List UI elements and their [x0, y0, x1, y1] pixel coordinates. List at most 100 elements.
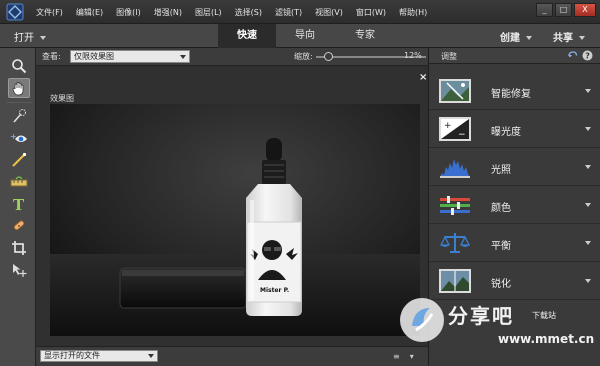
adjust-color[interactable]: 颜色 — [429, 186, 600, 224]
share-button[interactable]: 共享 — [553, 29, 585, 44]
toolbox-divider — [6, 102, 32, 103]
chevron-down-icon — [585, 203, 591, 207]
menu-bar: 文件(F) 编辑(E) 图像(I) 增强(N) 图层(L) 选择(S) 滤镜(T… — [0, 0, 600, 24]
canvas-area: × 效果图 Mister P. — [36, 66, 428, 346]
tab-expert[interactable]: 专家 — [334, 24, 396, 48]
adjust-label: 平衡 — [491, 241, 511, 252]
zoom-icon — [12, 59, 27, 74]
menu-filter[interactable]: 滤镜(T) — [275, 7, 302, 18]
menu-select[interactable]: 选择(S) — [235, 7, 262, 18]
document-title: 效果图 — [50, 94, 74, 103]
adjust-balance[interactable]: 平衡 — [429, 224, 600, 262]
create-button[interactable]: 创建 — [500, 29, 532, 44]
watermark-subtitle: 下载站 — [532, 311, 556, 320]
quick-selection-icon — [13, 109, 26, 123]
photo-bin-controls: ≡ ▾ — [393, 352, 414, 361]
photo-bin-bar: 显示打开的文件 ≡ ▾ — [36, 346, 428, 366]
open-button[interactable]: 打开 — [14, 29, 46, 44]
reset-icon[interactable] — [567, 50, 578, 61]
chevron-down-icon — [585, 279, 591, 283]
eye-icon: + — [10, 132, 27, 142]
view-select-value: 仅限效果图 — [74, 52, 114, 61]
photoshop-elements-logo-icon[interactable] — [6, 3, 24, 21]
help-icon[interactable]: ? — [582, 50, 593, 61]
tab-quick[interactable]: 快速 — [218, 24, 276, 48]
straighten-tool[interactable] — [8, 172, 30, 192]
menu-window[interactable]: 窗口(W) — [356, 7, 386, 18]
whiten-teeth-tool[interactable] — [8, 150, 30, 170]
chevron-down-icon — [579, 36, 585, 40]
share-label: 共享 — [553, 33, 573, 44]
type-icon: T — [13, 196, 25, 212]
minimize-button[interactable]: _ — [536, 3, 553, 17]
color-icon — [440, 196, 470, 215]
list-options-icon[interactable]: ≡ — [393, 352, 400, 361]
move-tool[interactable] — [8, 260, 30, 280]
adjust-lighting[interactable]: 光照 — [429, 148, 600, 186]
watermark-logo-icon — [400, 298, 444, 342]
menu-items: 文件(F) 编辑(E) 图像(I) 增强(N) 图层(L) 选择(S) 滤镜(T… — [36, 0, 440, 24]
watermark-url: www.mmet.cn — [498, 332, 595, 346]
crop-icon — [12, 241, 26, 255]
adjust-label: 光照 — [491, 165, 511, 176]
menu-layer[interactable]: 图层(L) — [195, 7, 222, 18]
open-files-select[interactable]: 显示打开的文件 — [40, 350, 158, 362]
adjust-smart-fix[interactable]: 智能修复 — [429, 72, 600, 110]
menu-image[interactable]: 图像(I) — [116, 7, 141, 18]
mode-tabs: 快速 导向 专家 — [218, 24, 396, 48]
open-label: 打开 — [14, 33, 34, 44]
svg-text:−: − — [458, 130, 466, 140]
tab-guided[interactable]: 导向 — [276, 24, 334, 48]
view-select[interactable]: 仅限效果图 — [70, 50, 190, 63]
lighting-icon — [440, 159, 470, 178]
spot-healing-tool[interactable] — [8, 216, 30, 236]
adjust-label: 颜色 — [491, 203, 511, 214]
red-eye-tool[interactable]: + — [8, 128, 30, 148]
quick-selection-tool[interactable] — [8, 106, 30, 126]
zoom-tool[interactable] — [8, 56, 30, 76]
hand-icon — [12, 81, 24, 95]
document-photo[interactable]: Mister P. — [50, 104, 420, 336]
options-bar: 查看: 仅限效果图 缩放: 12% — [36, 48, 428, 66]
hand-tool[interactable] — [8, 78, 30, 98]
chevron-down-icon — [585, 89, 591, 93]
maximize-button[interactable]: □ — [555, 3, 572, 17]
chevron-down-icon — [148, 354, 154, 358]
adjust-label: 曝光度 — [491, 127, 521, 138]
chevron-down-icon — [585, 127, 591, 131]
sharpen-icon — [439, 269, 471, 293]
panel-header: 调整 ? — [429, 48, 600, 64]
menu-enhance[interactable]: 增强(N) — [154, 7, 182, 18]
whiten-teeth-icon — [12, 152, 27, 167]
zoom-slider-handle[interactable] — [324, 52, 333, 61]
adjust-exposure[interactable]: + − 曝光度 — [429, 110, 600, 148]
move-icon — [13, 264, 27, 277]
watermark-brand: 分享吧 — [448, 304, 514, 328]
product-photo: Mister P. — [50, 104, 420, 336]
toolbox: + T — [0, 48, 36, 366]
svg-text:?: ? — [585, 52, 590, 61]
watermark: 分享吧 下载站 www.mmet.cn — [392, 292, 600, 352]
panel-header-icons: ? — [567, 50, 593, 61]
svg-text:T: T — [13, 196, 25, 212]
menu-edit[interactable]: 编辑(E) — [76, 7, 103, 18]
bottle-label-text: Mister P. — [260, 287, 289, 294]
close-window-button[interactable]: X — [574, 3, 596, 17]
straighten-icon — [10, 176, 28, 187]
chevron-down-icon — [585, 165, 591, 169]
adjust-label: 锐化 — [491, 279, 511, 290]
create-label: 创建 — [500, 33, 520, 44]
open-files-value: 显示打开的文件 — [44, 351, 100, 360]
menu-view[interactable]: 视图(V) — [315, 7, 343, 18]
chevron-down-icon[interactable]: ▾ — [410, 352, 414, 361]
crop-tool[interactable] — [8, 238, 30, 258]
balance-icon — [439, 233, 471, 253]
close-document-icon[interactable]: × — [419, 72, 427, 83]
type-tool[interactable]: T — [8, 194, 30, 214]
menu-help[interactable]: 帮助(H) — [399, 7, 427, 18]
zoom-value: 12% — [404, 51, 422, 60]
menu-file[interactable]: 文件(F) — [36, 7, 63, 18]
zoom-label: 缩放: — [294, 52, 313, 61]
window-controls: _ □ X — [536, 3, 596, 17]
adjust-label: 智能修复 — [491, 89, 531, 100]
